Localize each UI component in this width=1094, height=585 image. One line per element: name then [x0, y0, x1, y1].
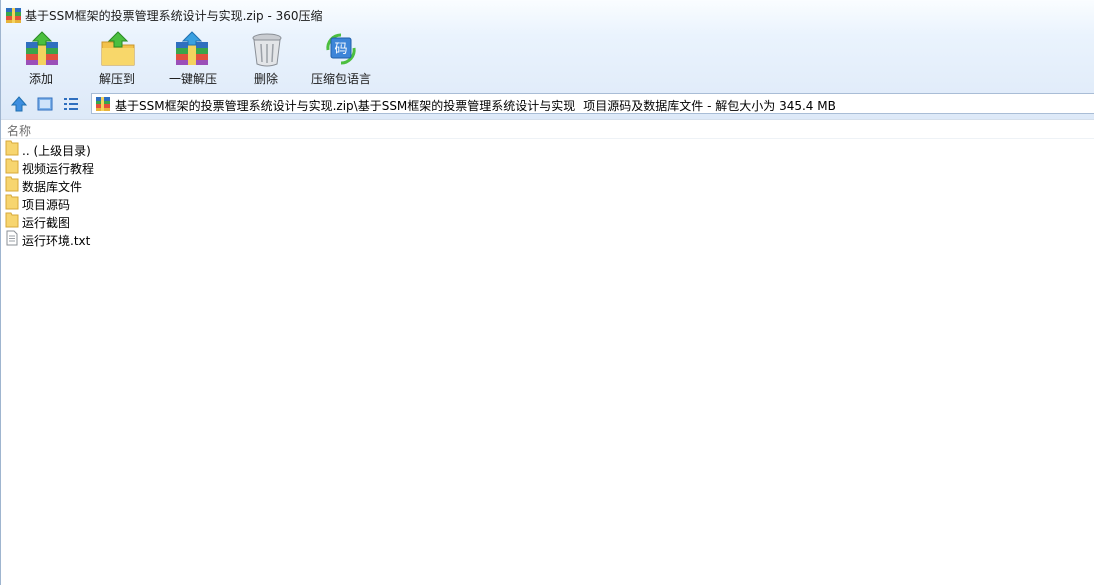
archive-language-icon: 码 — [326, 33, 356, 65]
folder-icon — [5, 158, 19, 174]
list-view-icon[interactable] — [62, 95, 80, 113]
list-item-video-tutorial[interactable]: 视频运行教程 — [1, 158, 1094, 176]
title-bar: 基于SSM框架的投票管理系统设计与实现.zip - 360压缩 — [1, 0, 1094, 30]
path-field[interactable]: 基于SSM框架的投票管理系统设计与实现.zip\基于SSM框架的投票管理系统设计… — [91, 93, 1094, 114]
one-click-extract-icon — [176, 31, 208, 65]
list-item-source-code[interactable]: 项目源码 — [1, 194, 1094, 212]
item-label: 运行环境.txt — [22, 234, 91, 248]
item-label: .. (上级目录) — [22, 144, 91, 158]
add-button[interactable]: 添加 — [19, 30, 65, 88]
app-window: 基于SSM框架的投票管理系统设计与实现.zip - 360压缩 添加 解压到 一… — [0, 0, 1094, 585]
item-label: 项目源码 — [22, 198, 71, 212]
extract-to-label: 解压到 — [99, 72, 136, 86]
window-chrome: 基于SSM框架的投票管理系统设计与实现.zip - 360压缩 添加 解压到 一… — [1, 0, 1094, 119]
language-glyph: 码 — [334, 42, 347, 57]
archive-language-button[interactable]: 码 压缩包语言 — [311, 30, 373, 88]
address-bar: 基于SSM框架的投票管理系统设计与实现.zip\基于SSM框架的投票管理系统设计… — [1, 92, 1094, 116]
one-click-extract-button[interactable]: 一键解压 — [167, 30, 219, 88]
archive-path-icon — [96, 97, 110, 111]
text-file-icon — [6, 230, 18, 246]
item-label: 运行截图 — [22, 216, 71, 230]
one-click-extract-label: 一键解压 — [169, 72, 218, 86]
up-arrow-icon[interactable] — [10, 95, 28, 113]
list-item-screenshots[interactable]: 运行截图 — [1, 212, 1094, 230]
file-list: .. (上级目录) 视频运行教程 数据库文件 项目源码 运行截图 运行环境.tx… — [1, 140, 1094, 248]
archive-path: 基于SSM框架的投票管理系统设计与实现.zip\基于SSM框架的投票管理系统设计… — [115, 99, 576, 113]
delete-label: 删除 — [254, 72, 279, 86]
thumbnail-view-icon[interactable] — [36, 95, 54, 113]
folder-icon — [5, 176, 19, 192]
column-name-header[interactable]: 名称 — [7, 122, 31, 139]
extract-to-button[interactable]: 解压到 — [95, 30, 141, 88]
add-archive-icon — [26, 31, 58, 65]
item-label: 视频运行教程 — [22, 162, 95, 176]
archive-language-label: 压缩包语言 — [311, 72, 372, 86]
toolbar: 添加 解压到 一键解压 删除 码 压缩包语言 — [1, 30, 1094, 88]
list-item-parent-directory[interactable]: .. (上级目录) — [1, 140, 1094, 158]
archive-info: 项目源码及数据库文件 - 解包大小为 345.4 MB — [583, 99, 836, 113]
delete-button[interactable]: 删除 — [247, 30, 287, 88]
extract-to-icon — [101, 31, 135, 66]
item-label: 数据库文件 — [22, 180, 83, 194]
folder-icon — [5, 140, 19, 156]
trash-can-icon — [252, 33, 282, 67]
list-header: 名称 — [1, 119, 1094, 139]
archive-app-icon — [6, 8, 21, 23]
folder-icon — [5, 194, 19, 210]
list-item-database-files[interactable]: 数据库文件 — [1, 176, 1094, 194]
add-label: 添加 — [29, 72, 54, 86]
list-item-environment-txt[interactable]: 运行环境.txt — [1, 230, 1094, 248]
path-text: 基于SSM框架的投票管理系统设计与实现.zip\基于SSM框架的投票管理系统设计… — [115, 97, 836, 114]
window-title: 基于SSM框架的投票管理系统设计与实现.zip - 360压缩 — [25, 9, 323, 23]
folder-icon — [5, 212, 19, 228]
